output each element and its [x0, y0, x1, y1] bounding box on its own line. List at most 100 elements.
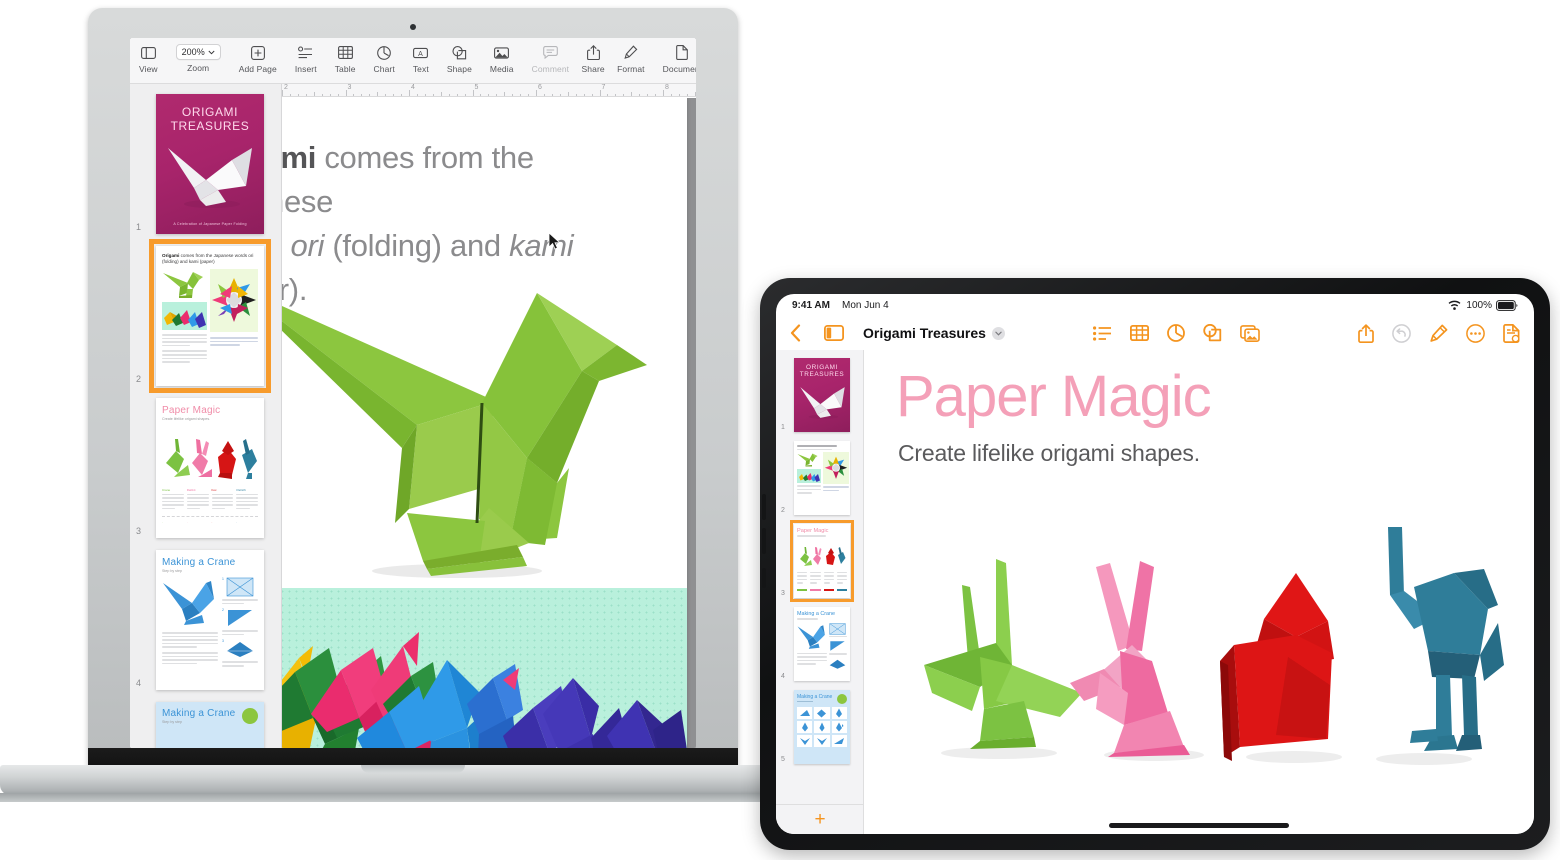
ipad-thumbnail-number: 2 — [781, 507, 785, 514]
chart-icon — [377, 44, 392, 61]
toolbar-center-group: Insert Table Chart A Text Shape Media Co… — [286, 38, 578, 74]
add-page-icon — [250, 44, 265, 61]
page-thumbnail[interactable]: Making a Crane Step by step — [156, 702, 264, 748]
mini-fold-step-2 — [227, 610, 252, 627]
mini-band — [797, 469, 821, 484]
ruler-h-minor-tick — [551, 93, 553, 96]
ipad-status-bar: 9:41 AM Mon Jun 4 100% — [776, 294, 1534, 316]
ruler-h-tick — [663, 90, 664, 96]
red-fox-figure — [1220, 573, 1342, 763]
ipad-thumbnail-item-4[interactable]: Making a Crane 4 — [781, 607, 854, 681]
media-icon[interactable] — [1240, 324, 1261, 342]
ruler-h-minor-tick — [361, 93, 363, 96]
ruler-h-minor-tick — [329, 93, 331, 96]
ruler-h-minor-tick — [464, 93, 466, 96]
back-chevron-icon[interactable] — [790, 324, 801, 342]
thumbnail-item-4[interactable]: Making a Crane Step by step 1 2 3 4 — [136, 550, 269, 690]
ipad-toolbar: Origami Treasures — [776, 316, 1534, 350]
zoom-pill[interactable]: 200% — [175, 44, 221, 60]
chevron-down-icon[interactable] — [991, 326, 1005, 340]
ipad-page-thumbnail[interactable]: Paper Magic — [789, 519, 855, 603]
comment-button[interactable]: Comment — [523, 38, 579, 74]
mini-green-bird-icon — [797, 453, 818, 467]
media-button[interactable]: Media — [481, 38, 523, 74]
mini-fold-step-3 — [226, 642, 253, 658]
mini-title: Making a Crane — [797, 694, 833, 700]
page-thumbnail[interactable]: Origami comes from the Japanese words or… — [149, 239, 271, 393]
ipad-page-thumbnail[interactable]: Making a Crane — [794, 607, 850, 681]
document-icon[interactable] — [1503, 323, 1520, 343]
insert-button[interactable]: Insert — [286, 38, 326, 74]
ipad-add-page-button[interactable]: + — [776, 804, 863, 834]
ruler-h-minor-tick — [567, 92, 569, 96]
page-thumbnail[interactable]: Making a Crane Step by step — [156, 550, 264, 690]
share-icon[interactable] — [1358, 323, 1374, 343]
sidebar-toggle-icon[interactable] — [824, 325, 844, 341]
ruler-h-minor-tick — [543, 93, 545, 96]
ipad-thumbnail-item-3[interactable]: Paper Magic 3 — [781, 519, 855, 603]
ruler-h-minor-tick — [512, 93, 514, 96]
share-button[interactable]: Share — [578, 38, 608, 74]
zoom-control[interactable]: 200% Zoom — [167, 38, 230, 73]
chart-icon[interactable] — [1167, 324, 1186, 342]
ipad-home-indicator[interactable] — [1109, 823, 1289, 828]
view-button[interactable]: View — [130, 38, 167, 74]
macbook-device: View 200% Zoom Add Page Insert Table Cha… — [0, 8, 836, 808]
mini-cap-4: Ostrich — [236, 488, 246, 492]
ipad-power-button[interactable] — [762, 568, 766, 588]
page-thumbnail[interactable]: Paper Magic Create lifelike origami shap… — [156, 398, 264, 538]
mini-modular-star-icon — [212, 278, 256, 322]
format-brush-icon[interactable] — [1429, 324, 1448, 343]
green-crane-figure — [924, 559, 1082, 759]
mini-four-animals-icon — [166, 439, 257, 479]
ipad-page-thumbnail[interactable]: Making a Crane — [794, 690, 850, 764]
table-icon[interactable] — [1130, 325, 1150, 341]
page-thumbnails-sidebar[interactable]: ORIGAMI TREASURES A Celebration of Japan… — [130, 84, 282, 748]
ipad-document-canvas[interactable]: Paper Magic Create lifelike origami shap… — [864, 350, 1534, 834]
ruler-h-minor-tick — [448, 93, 450, 96]
green-origami-bird-image — [235, 285, 647, 578]
ipad-thumbnail-item-1[interactable]: ORIGAMI TREASURES 1 — [781, 358, 854, 432]
thumbnail-number: 1 — [136, 222, 142, 232]
table-button[interactable]: Table — [326, 38, 365, 74]
ipad-page-thumbnails-sidebar[interactable]: ORIGAMI TREASURES 1 2 Paper Magic 3 Maki… — [776, 350, 864, 834]
ipad-document-title[interactable]: Origami Treasures — [863, 325, 986, 341]
page-thumbnail[interactable]: ORIGAMI TREASURES A Celebration of Japan… — [156, 94, 264, 234]
toolbar-left-group: View 200% Zoom Add Page — [130, 38, 286, 74]
ipad-thumbnail-item-5[interactable]: Making a Crane 5 — [781, 690, 854, 764]
ipad-page-thumbnail[interactable]: ORIGAMI TREASURES — [794, 358, 850, 432]
mini-blue-crane-icon — [797, 624, 825, 649]
chart-label: Chart — [373, 64, 395, 74]
ipad-volume-up-button[interactable] — [762, 494, 766, 520]
shape-button[interactable]: Shape — [438, 38, 481, 74]
share-icon — [586, 44, 600, 61]
text-icon: A — [413, 44, 429, 61]
ipad-volume-down-button[interactable] — [762, 528, 766, 554]
ruler-h-label: 5 — [474, 84, 479, 91]
thumbnail-item-5[interactable]: Making a Crane Step by step 5 — [156, 702, 269, 748]
document-button[interactable]: Document — [654, 38, 696, 74]
ipad-page-thumbnail[interactable] — [794, 441, 850, 515]
ruler-h-minor-tick — [623, 93, 625, 96]
format-button[interactable]: Format — [608, 38, 654, 74]
media-icon — [494, 44, 510, 61]
list-icon[interactable] — [1093, 325, 1112, 341]
fold-cell-icon — [817, 709, 827, 717]
cover-page-art: ORIGAMI TREASURES — [794, 358, 850, 432]
mouse-cursor — [548, 232, 561, 250]
chart-button[interactable]: Chart — [365, 38, 404, 74]
shape-icon — [452, 44, 467, 61]
thumbnail-item-3[interactable]: Paper Magic Create lifelike origami shap… — [136, 398, 269, 538]
thumbnail-number: 4 — [136, 678, 142, 688]
thumbnail-item-1[interactable]: ORIGAMI TREASURES A Celebration of Japan… — [136, 94, 269, 234]
more-ellipsis-icon[interactable] — [1466, 323, 1485, 343]
ipad-thumbnail-item-2[interactable]: 2 — [781, 441, 854, 515]
add-page-button[interactable]: Add Page — [230, 38, 286, 74]
undo-icon[interactable] — [1392, 323, 1411, 343]
thumbnail-item-2[interactable]: Origami comes from the Japanese words or… — [136, 239, 271, 393]
text-button[interactable]: A Text — [404, 38, 438, 74]
shape-icon[interactable] — [1203, 324, 1222, 342]
ruler-h-minor-tick — [528, 93, 530, 96]
macbook-foot — [0, 793, 836, 802]
pages-app-window: View 200% Zoom Add Page Insert Table Cha… — [130, 38, 696, 748]
